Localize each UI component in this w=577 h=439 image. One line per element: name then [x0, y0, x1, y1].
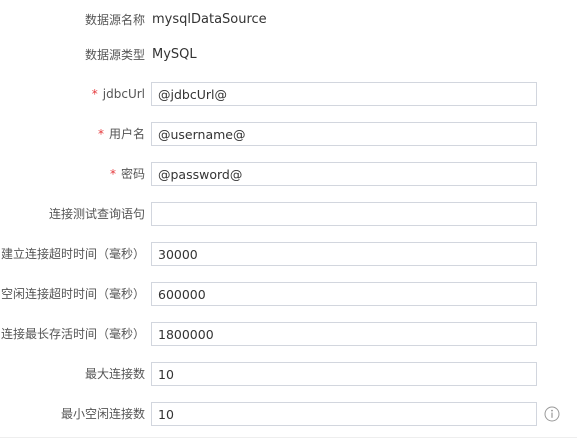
- idle-timeout-label: 空闲连接超时时间（毫秒）: [0, 287, 145, 301]
- required-mark: *: [109, 167, 116, 181]
- bottom-divider: [0, 437, 577, 438]
- connection-timeout-label: 建立连接超时时间（毫秒）: [0, 247, 145, 261]
- min-idle-row: 最小空闲连接数: [0, 402, 577, 426]
- max-pool-size-input[interactable]: [151, 362, 537, 386]
- test-query-label: 连接测试查询语句: [48, 207, 145, 221]
- idle-timeout-row: 空闲连接超时时间（毫秒）: [0, 282, 577, 306]
- password-input[interactable]: [151, 162, 537, 186]
- max-lifetime-label: 连接最长存活时间（毫秒）: [0, 327, 145, 341]
- datasource-type-label: 数据源类型: [84, 48, 145, 62]
- max-pool-size-row: 最大连接数: [0, 362, 577, 386]
- jdbc-url-input[interactable]: [151, 82, 537, 106]
- password-label: 密码: [120, 167, 145, 181]
- datasource-name-label: 数据源名称: [84, 13, 145, 27]
- datasource-type-row: 数据源类型 MySQL: [0, 43, 577, 67]
- max-pool-size-label: 最大连接数: [84, 367, 145, 381]
- username-input[interactable]: [151, 122, 537, 146]
- info-circle-icon[interactable]: [544, 406, 560, 422]
- datasource-form: 数据源名称 mysqlDataSource 数据源类型 MySQL * jdbcU…: [0, 0, 577, 439]
- connection-timeout-input[interactable]: [151, 242, 537, 266]
- max-lifetime-row: 连接最长存活时间（毫秒）: [0, 322, 577, 346]
- test-query-row: 连接测试查询语句: [0, 202, 577, 226]
- connection-timeout-row: 建立连接超时时间（毫秒）: [0, 242, 577, 266]
- username-label-wrap: * 用户名: [98, 122, 145, 146]
- username-label: 用户名: [108, 127, 145, 141]
- datasource-type-value: MySQL: [152, 47, 197, 62]
- jdbc-url-row: * jdbcUrl: [0, 82, 577, 106]
- datasource-name-row: 数据源名称 mysqlDataSource: [0, 8, 577, 32]
- password-row: * 密码: [0, 162, 577, 186]
- username-row: * 用户名: [0, 122, 577, 146]
- datasource-name-value: mysqlDataSource: [152, 12, 267, 27]
- idle-timeout-input[interactable]: [151, 282, 537, 306]
- password-label-wrap: * 密码: [110, 162, 145, 186]
- jdbc-url-label-wrap: * jdbcUrl: [92, 82, 145, 106]
- min-idle-input[interactable]: [151, 402, 537, 426]
- test-query-input[interactable]: [151, 202, 537, 226]
- required-mark: *: [91, 87, 98, 101]
- min-idle-label: 最小空闲连接数: [60, 407, 145, 421]
- jdbc-url-label: jdbcUrl: [102, 87, 145, 101]
- required-mark: *: [97, 127, 104, 141]
- max-lifetime-input[interactable]: [151, 322, 537, 346]
